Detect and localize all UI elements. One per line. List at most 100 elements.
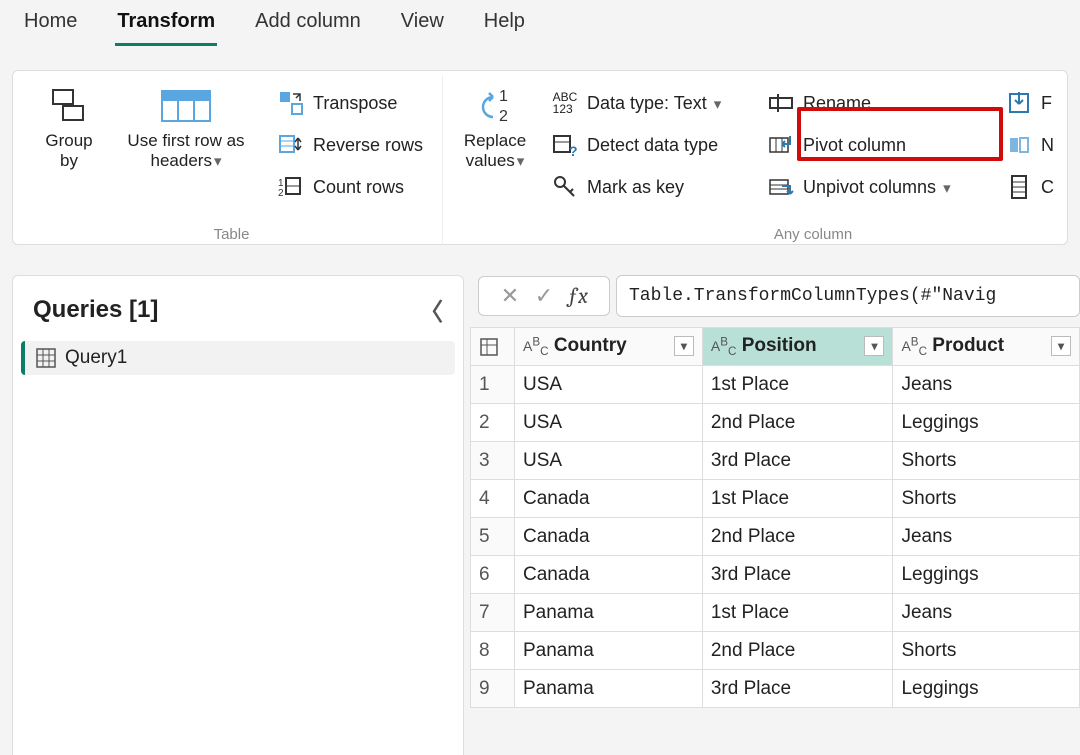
move-button-partial[interactable]: N [999, 127, 1055, 163]
menu-tab-transform[interactable]: Transform [115, 6, 217, 46]
row-number-cell[interactable]: 1 [471, 366, 515, 404]
queries-title-label: Queries [1] [33, 296, 158, 324]
data-cell[interactable]: Leggings [893, 670, 1080, 708]
query-item[interactable]: Query1 [21, 341, 455, 375]
convert-button-partial[interactable]: C [999, 169, 1055, 205]
menu-tab-help[interactable]: Help [482, 6, 527, 43]
row-number-cell[interactable]: 6 [471, 556, 515, 594]
row-number-cell[interactable]: 8 [471, 632, 515, 670]
count-rows-label: Count rows [313, 177, 404, 198]
table-row[interactable]: 8Panama2nd PlaceShorts [471, 632, 1080, 670]
column-filter-button[interactable]: ▾ [1051, 336, 1071, 356]
row-number-cell[interactable]: 7 [471, 594, 515, 632]
formula-confirm-button[interactable]: ✓ [527, 283, 561, 309]
data-cell[interactable]: 2nd Place [702, 404, 893, 442]
data-cell[interactable]: Panama [515, 594, 703, 632]
data-cell[interactable]: Canada [515, 518, 703, 556]
row-number-cell[interactable]: 2 [471, 404, 515, 442]
reverse-rows-label: Reverse rows [313, 135, 423, 156]
menu-tab-add-column[interactable]: Add column [253, 6, 363, 43]
transpose-button[interactable]: Transpose [271, 85, 429, 121]
fx-icon[interactable]: ƒx [561, 283, 595, 309]
data-cell[interactable]: USA [515, 442, 703, 480]
chevron-down-icon: ▾ [517, 153, 525, 170]
data-cell[interactable]: USA [515, 366, 703, 404]
data-cell[interactable]: 3rd Place [702, 556, 893, 594]
data-cell[interactable]: Canada [515, 480, 703, 518]
fill-button-partial[interactable]: F [999, 85, 1055, 121]
column-filter-button[interactable]: ▾ [674, 336, 694, 356]
table-row[interactable]: 7Panama1st PlaceJeans [471, 594, 1080, 632]
fill-label-partial: F [1041, 93, 1052, 114]
mark-as-key-button[interactable]: Mark as key [545, 169, 751, 205]
data-cell[interactable]: Shorts [893, 632, 1080, 670]
move-label-partial: N [1041, 135, 1054, 156]
table-row[interactable]: 3USA3rd PlaceShorts [471, 442, 1080, 480]
table-row[interactable]: 1USA1st PlaceJeans [471, 366, 1080, 404]
data-cell[interactable]: Jeans [893, 518, 1080, 556]
unpivot-columns-button[interactable]: Unpivot columns ▾ [761, 169, 989, 205]
data-cell[interactable]: 2nd Place [702, 518, 893, 556]
menu-tab-home[interactable]: Home [22, 6, 79, 43]
data-cell[interactable]: USA [515, 404, 703, 442]
row-number-cell[interactable]: 4 [471, 480, 515, 518]
pivot-column-button[interactable]: Pivot column [761, 127, 989, 163]
svg-text:1: 1 [499, 88, 508, 105]
table-row[interactable]: 5Canada2nd PlaceJeans [471, 518, 1080, 556]
table-row[interactable]: 2USA2nd PlaceLeggings [471, 404, 1080, 442]
row-number-cell[interactable]: 9 [471, 670, 515, 708]
data-cell[interactable]: 2nd Place [702, 632, 893, 670]
data-cell[interactable]: Leggings [893, 556, 1080, 594]
data-cell[interactable]: Shorts [893, 442, 1080, 480]
reverse-rows-button[interactable]: Reverse rows [271, 127, 429, 163]
column-header-country[interactable]: ABC Country ▾ [515, 328, 703, 366]
data-cell[interactable]: 3rd Place [702, 670, 893, 708]
group-by-button[interactable]: Group by [33, 81, 105, 205]
data-cell[interactable]: 1st Place [702, 480, 893, 518]
table-row[interactable]: 9Panama3rd PlaceLeggings [471, 670, 1080, 708]
data-cell[interactable]: Jeans [893, 366, 1080, 404]
column-header-position[interactable]: ABC Position ▾ [702, 328, 893, 366]
pivot-column-icon [767, 131, 795, 159]
column-header-product[interactable]: ABC Product ▾ [893, 328, 1080, 366]
formula-bar: ✕ ✓ ƒx Table.TransformColumnTypes(#"Navi… [470, 275, 1080, 327]
formula-cancel-button[interactable]: ✕ [493, 283, 527, 309]
collapse-chevron-icon[interactable]: 〈 [419, 292, 443, 327]
column-filter-button[interactable]: ▾ [864, 336, 884, 356]
rename-button[interactable]: Rename [761, 85, 989, 121]
data-cell[interactable]: Canada [515, 556, 703, 594]
count-rows-button[interactable]: 1 2 Count rows [271, 169, 429, 205]
data-cell[interactable]: 3rd Place [702, 442, 893, 480]
use-first-row-as-headers-button[interactable]: Use first row as headers▾ [111, 81, 261, 205]
data-cell[interactable]: Panama [515, 632, 703, 670]
svg-text:2: 2 [278, 188, 284, 199]
mark-as-key-label: Mark as key [587, 177, 684, 198]
row-number-cell[interactable]: 3 [471, 442, 515, 480]
ribbon-group-anycolumn-label: Any column [753, 226, 873, 243]
chevron-down-icon: ▾ [214, 153, 222, 170]
column-header-position-label: Position [742, 335, 817, 356]
convert-label-partial: C [1041, 177, 1054, 198]
data-cell[interactable]: Shorts [893, 480, 1080, 518]
move-icon [1005, 131, 1033, 159]
key-icon [551, 173, 579, 201]
table-row[interactable]: 6Canada3rd PlaceLeggings [471, 556, 1080, 594]
data-cell[interactable]: 1st Place [702, 594, 893, 632]
row-number-cell[interactable]: 5 [471, 518, 515, 556]
svg-text:2: 2 [499, 108, 508, 125]
data-cell[interactable]: 1st Place [702, 366, 893, 404]
data-cell[interactable]: Jeans [893, 594, 1080, 632]
table-icon [35, 347, 57, 369]
grid-corner-cell[interactable] [471, 328, 515, 366]
data-type-button[interactable]: ABC123 Data type: Text ▾ [545, 85, 751, 121]
query-item-label: Query1 [65, 347, 127, 369]
replace-values-button[interactable]: 1 2 Replace values▾ [455, 81, 535, 205]
ribbon: Group by Use first row as headers▾ [12, 70, 1068, 245]
table-row[interactable]: 4Canada1st PlaceShorts [471, 480, 1080, 518]
menu-tab-view[interactable]: View [399, 6, 446, 43]
data-cell[interactable]: Leggings [893, 404, 1080, 442]
data-grid: ABC Country ▾ ABC Position ▾ ABC Product [470, 327, 1080, 708]
formula-input[interactable]: Table.TransformColumnTypes(#"Navig [616, 275, 1080, 317]
detect-data-type-button[interactable]: ? Detect data type [545, 127, 751, 163]
data-cell[interactable]: Panama [515, 670, 703, 708]
